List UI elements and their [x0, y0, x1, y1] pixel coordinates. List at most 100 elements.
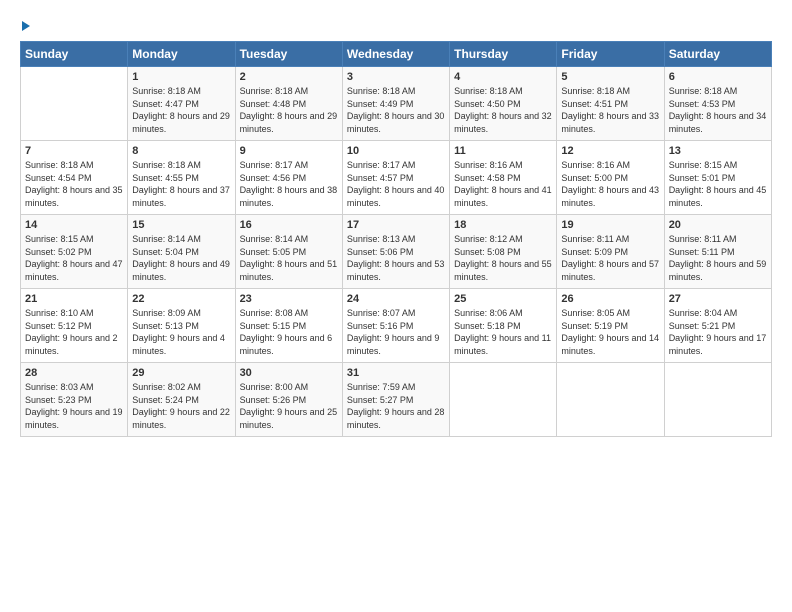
calendar-table: SundayMondayTuesdayWednesdayThursdayFrid…: [20, 41, 772, 437]
cell-info: Sunrise: 8:13 AMSunset: 5:06 PMDaylight:…: [347, 234, 445, 282]
day-number: 24: [347, 293, 445, 305]
cell-info: Sunrise: 8:18 AMSunset: 4:55 PMDaylight:…: [132, 160, 230, 208]
calendar-cell: 27 Sunrise: 8:04 AMSunset: 5:21 PMDayligh…: [664, 289, 771, 363]
day-number: 5: [561, 71, 659, 83]
day-number: 23: [240, 293, 338, 305]
day-number: 22: [132, 293, 230, 305]
calendar-cell: 3 Sunrise: 8:18 AMSunset: 4:49 PMDaylight…: [342, 67, 449, 141]
calendar-cell: 23 Sunrise: 8:08 AMSunset: 5:15 PMDayligh…: [235, 289, 342, 363]
day-number: 14: [25, 219, 123, 231]
cell-info: Sunrise: 8:15 AMSunset: 5:01 PMDaylight:…: [669, 160, 767, 208]
day-number: 15: [132, 219, 230, 231]
calendar-cell: 26Sunrise: 8:05 AMSunset: 5:19 PMDayligh…: [557, 289, 664, 363]
page: SundayMondayTuesdayWednesdayThursdayFrid…: [0, 0, 792, 612]
cell-info: Sunrise: 8:07 AMSunset: 5:16 PMDaylight:…: [347, 308, 440, 356]
cell-info: Sunrise: 8:16 AMSunset: 4:58 PMDaylight:…: [454, 160, 552, 208]
day-number: 16: [240, 219, 338, 231]
calendar-cell: 11 Sunrise: 8:16 AMSunset: 4:58 PMDayligh…: [450, 141, 557, 215]
calendar-cell: 9 Sunrise: 8:17 AMSunset: 4:56 PMDaylight…: [235, 141, 342, 215]
week-row-1: 1 Sunrise: 8:18 AMSunset: 4:47 PMDaylight…: [21, 67, 772, 141]
col-header-thursday: Thursday: [450, 42, 557, 67]
week-row-2: 7Sunrise: 8:18 AMSunset: 4:54 PMDaylight…: [21, 141, 772, 215]
cell-info: Sunrise: 8:18 AMSunset: 4:48 PMDaylight:…: [240, 86, 338, 134]
calendar-cell: 6 Sunrise: 8:18 AMSunset: 4:53 PMDaylight…: [664, 67, 771, 141]
calendar-cell: 24 Sunrise: 8:07 AMSunset: 5:16 PMDayligh…: [342, 289, 449, 363]
col-header-saturday: Saturday: [664, 42, 771, 67]
cell-info: Sunrise: 8:02 AMSunset: 5:24 PMDaylight:…: [132, 382, 230, 430]
day-number: 30: [240, 367, 338, 379]
calendar-cell: 1 Sunrise: 8:18 AMSunset: 4:47 PMDaylight…: [128, 67, 235, 141]
day-number: 27: [669, 293, 767, 305]
logo: [20, 18, 30, 31]
day-number: 2: [240, 71, 338, 83]
day-number: 21: [25, 293, 123, 305]
cell-info: Sunrise: 8:18 AMSunset: 4:53 PMDaylight:…: [669, 86, 767, 134]
cell-info: Sunrise: 8:03 AMSunset: 5:23 PMDaylight:…: [25, 382, 123, 430]
day-number: 12: [561, 145, 659, 157]
calendar-cell: 25Sunrise: 8:06 AMSunset: 5:18 PMDayligh…: [450, 289, 557, 363]
calendar-cell: 12 Sunrise: 8:16 AMSunset: 5:00 PMDayligh…: [557, 141, 664, 215]
cell-info: Sunrise: 8:05 AMSunset: 5:19 PMDaylight:…: [561, 308, 659, 356]
cell-info: Sunrise: 8:11 AMSunset: 5:09 PMDaylight:…: [561, 234, 659, 282]
cell-info: Sunrise: 8:18 AMSunset: 4:49 PMDaylight:…: [347, 86, 445, 134]
cell-info: Sunrise: 8:04 AMSunset: 5:21 PMDaylight:…: [669, 308, 767, 356]
cell-info: Sunrise: 7:59 AMSunset: 5:27 PMDaylight:…: [347, 382, 445, 430]
cell-info: Sunrise: 8:14 AMSunset: 5:05 PMDaylight:…: [240, 234, 338, 282]
day-number: 1: [132, 71, 230, 83]
calendar-cell: [21, 67, 128, 141]
day-number: 3: [347, 71, 445, 83]
cell-info: Sunrise: 8:18 AMSunset: 4:51 PMDaylight:…: [561, 86, 659, 134]
calendar-cell: 20 Sunrise: 8:11 AMSunset: 5:11 PMDayligh…: [664, 215, 771, 289]
day-number: 17: [347, 219, 445, 231]
day-number: 8: [132, 145, 230, 157]
day-number: 7: [25, 145, 123, 157]
col-header-friday: Friday: [557, 42, 664, 67]
col-header-wednesday: Wednesday: [342, 42, 449, 67]
day-number: 11: [454, 145, 552, 157]
calendar-cell: 2 Sunrise: 8:18 AMSunset: 4:48 PMDaylight…: [235, 67, 342, 141]
day-number: 20: [669, 219, 767, 231]
week-row-4: 21 Sunrise: 8:10 AMSunset: 5:12 PMDayligh…: [21, 289, 772, 363]
calendar-cell: 10 Sunrise: 8:17 AMSunset: 4:57 PMDayligh…: [342, 141, 449, 215]
calendar-cell: [664, 363, 771, 437]
cell-info: Sunrise: 8:09 AMSunset: 5:13 PMDaylight:…: [132, 308, 225, 356]
calendar-cell: 28Sunrise: 8:03 AMSunset: 5:23 PMDayligh…: [21, 363, 128, 437]
day-number: 31: [347, 367, 445, 379]
cell-info: Sunrise: 8:00 AMSunset: 5:26 PMDaylight:…: [240, 382, 338, 430]
calendar-cell: 18Sunrise: 8:12 AMSunset: 5:08 PMDayligh…: [450, 215, 557, 289]
week-row-5: 28Sunrise: 8:03 AMSunset: 5:23 PMDayligh…: [21, 363, 772, 437]
day-number: 19: [561, 219, 659, 231]
calendar-cell: 21 Sunrise: 8:10 AMSunset: 5:12 PMDayligh…: [21, 289, 128, 363]
col-header-sunday: Sunday: [21, 42, 128, 67]
calendar-cell: [450, 363, 557, 437]
calendar-cell: 17 Sunrise: 8:13 AMSunset: 5:06 PMDayligh…: [342, 215, 449, 289]
calendar-cell: 8 Sunrise: 8:18 AMSunset: 4:55 PMDaylight…: [128, 141, 235, 215]
calendar-cell: 16 Sunrise: 8:14 AMSunset: 5:05 PMDayligh…: [235, 215, 342, 289]
col-header-tuesday: Tuesday: [235, 42, 342, 67]
cell-info: Sunrise: 8:14 AMSunset: 5:04 PMDaylight:…: [132, 234, 230, 282]
calendar-cell: 29 Sunrise: 8:02 AMSunset: 5:24 PMDayligh…: [128, 363, 235, 437]
cell-info: Sunrise: 8:16 AMSunset: 5:00 PMDaylight:…: [561, 160, 659, 208]
calendar-cell: 15 Sunrise: 8:14 AMSunset: 5:04 PMDayligh…: [128, 215, 235, 289]
calendar-cell: 5 Sunrise: 8:18 AMSunset: 4:51 PMDaylight…: [557, 67, 664, 141]
logo-arrow-icon: [22, 21, 30, 31]
cell-info: Sunrise: 8:18 AMSunset: 4:47 PMDaylight:…: [132, 86, 230, 134]
calendar-cell: 22 Sunrise: 8:09 AMSunset: 5:13 PMDayligh…: [128, 289, 235, 363]
day-number: 25: [454, 293, 552, 305]
calendar-cell: 4Sunrise: 8:18 AMSunset: 4:50 PMDaylight…: [450, 67, 557, 141]
day-number: 6: [669, 71, 767, 83]
day-number: 13: [669, 145, 767, 157]
cell-info: Sunrise: 8:10 AMSunset: 5:12 PMDaylight:…: [25, 308, 118, 356]
calendar-cell: [557, 363, 664, 437]
day-number: 29: [132, 367, 230, 379]
cell-info: Sunrise: 8:08 AMSunset: 5:15 PMDaylight:…: [240, 308, 333, 356]
day-number: 10: [347, 145, 445, 157]
calendar-cell: 31 Sunrise: 7:59 AMSunset: 5:27 PMDayligh…: [342, 363, 449, 437]
cell-info: Sunrise: 8:15 AMSunset: 5:02 PMDaylight:…: [25, 234, 123, 282]
cell-info: Sunrise: 8:17 AMSunset: 4:56 PMDaylight:…: [240, 160, 338, 208]
cell-info: Sunrise: 8:11 AMSunset: 5:11 PMDaylight:…: [669, 234, 767, 282]
calendar-cell: 7Sunrise: 8:18 AMSunset: 4:54 PMDaylight…: [21, 141, 128, 215]
day-number: 9: [240, 145, 338, 157]
cell-info: Sunrise: 8:17 AMSunset: 4:57 PMDaylight:…: [347, 160, 445, 208]
day-number: 4: [454, 71, 552, 83]
